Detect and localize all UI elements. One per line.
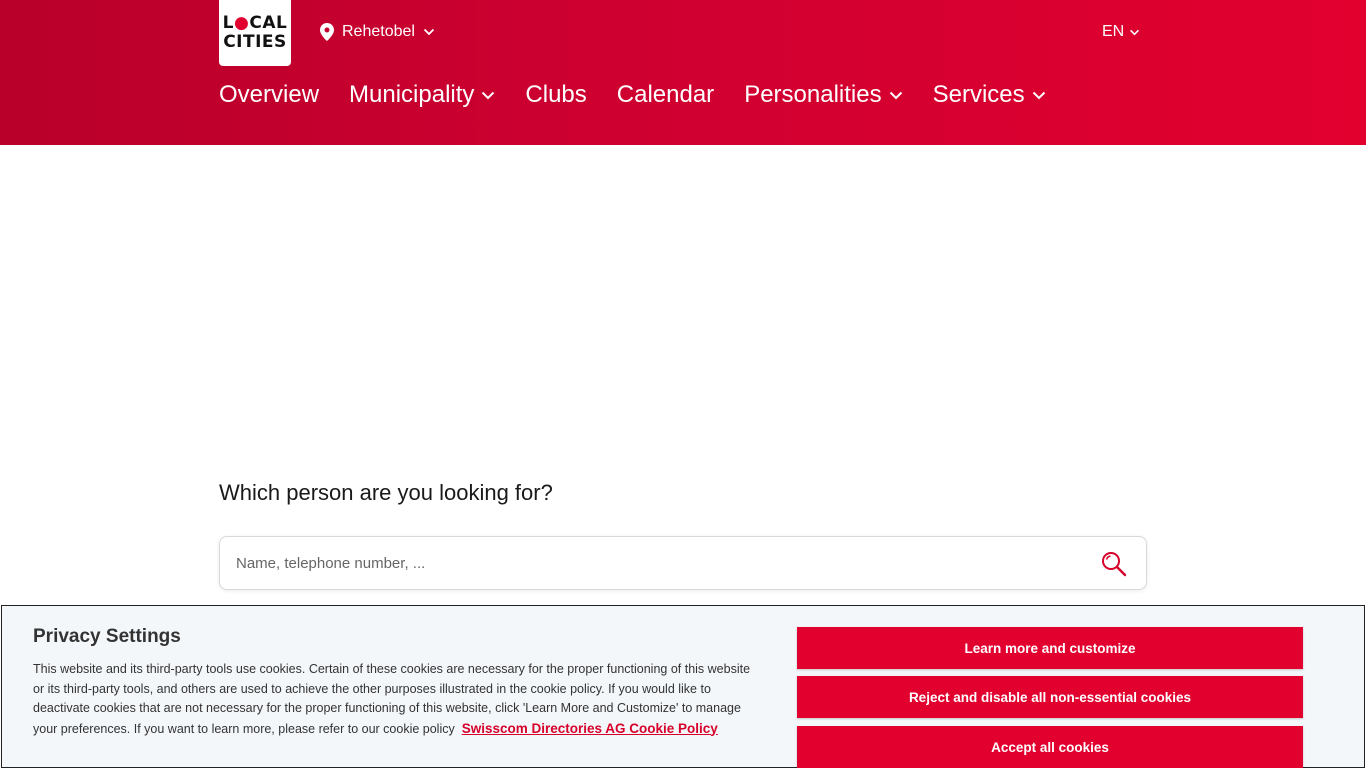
chevron-down-icon xyxy=(889,91,903,100)
nav-item-services[interactable]: Services xyxy=(933,81,1046,109)
nav-item-calendar[interactable]: Calendar xyxy=(617,81,714,109)
logo-line-1: L●CAL xyxy=(222,13,288,33)
cookie-banner: Privacy Settings This website and its th… xyxy=(1,605,1365,768)
reject-cookies-button[interactable]: Reject and disable all non-essential coo… xyxy=(797,676,1303,718)
chevron-down-icon xyxy=(1032,91,1046,100)
main-navigation: Overview Municipality Clubs Calendar Per… xyxy=(219,80,1046,110)
nav-label: Services xyxy=(932,81,1025,108)
person-search-box xyxy=(219,536,1147,590)
nav-item-overview[interactable]: Overview xyxy=(219,81,319,109)
cookie-banner-text: This website and its third-party tools u… xyxy=(33,660,758,739)
logo-line-2: CITIES xyxy=(223,32,287,52)
accept-all-cookies-button[interactable]: Accept all cookies xyxy=(797,726,1303,768)
language-label: EN xyxy=(1102,23,1125,40)
nav-item-clubs[interactable]: Clubs xyxy=(525,81,586,109)
location-selector[interactable]: Rehetobel xyxy=(320,22,435,42)
local-cities-logo[interactable]: L●CAL CITIES xyxy=(219,0,291,66)
language-selector[interactable]: EN xyxy=(1102,22,1140,42)
nav-item-personalities[interactable]: Personalities xyxy=(744,81,902,109)
person-search-input[interactable] xyxy=(236,537,1096,589)
nav-label: Clubs xyxy=(525,81,587,108)
location-pin-icon xyxy=(320,23,334,41)
nav-label: Personalities xyxy=(744,81,882,108)
site-header: L●CAL CITIES Rehetobel EN Overview Munic… xyxy=(0,0,1366,145)
cookie-policy-link[interactable]: Swisscom Directories AG Cookie Policy xyxy=(462,721,718,736)
search-icon[interactable] xyxy=(1100,550,1128,578)
cookie-banner-title: Privacy Settings xyxy=(33,626,181,647)
nav-label: Calendar xyxy=(616,81,715,108)
chevron-down-icon xyxy=(481,91,495,100)
search-heading: Which person are you looking for? xyxy=(219,480,553,505)
learn-more-customize-button[interactable]: Learn more and customize xyxy=(797,627,1303,669)
chevron-down-icon xyxy=(423,28,435,36)
nav-item-municipality[interactable]: Municipality xyxy=(349,81,495,109)
location-name: Rehetobel xyxy=(342,23,415,40)
nav-label: Municipality xyxy=(349,81,475,108)
chevron-down-icon xyxy=(1129,29,1140,36)
nav-label: Overview xyxy=(219,81,320,108)
